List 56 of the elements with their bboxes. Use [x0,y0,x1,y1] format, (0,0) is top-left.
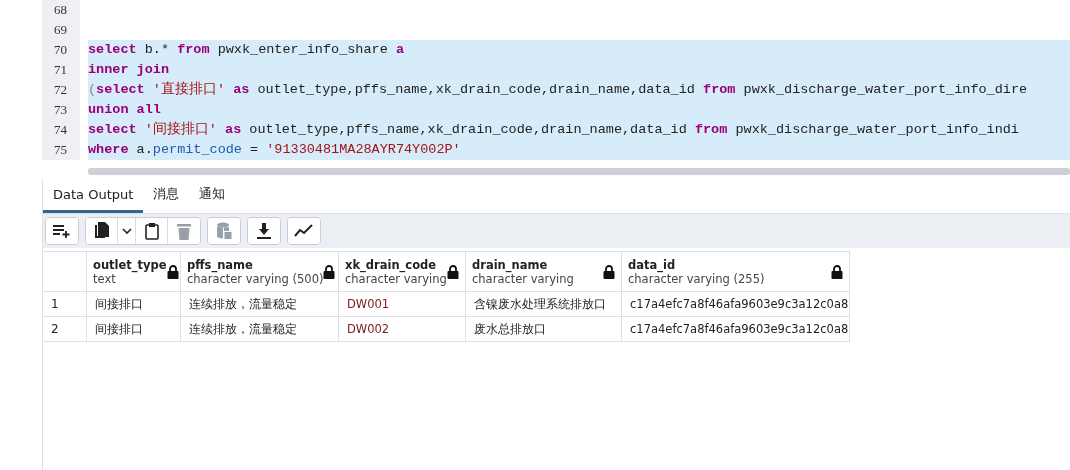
table-cell: 连续排放，流量稳定 [181,317,339,342]
clipboard-icon [144,222,159,240]
line-number: 71 [42,60,80,80]
add-row-icon [52,223,72,239]
column-header[interactable]: drain_name character varying [466,251,622,292]
trash-icon [177,222,191,240]
code-line: (select '直接排口' as outlet_type,pffs_name,xk_drain_code,drain_name,data_id from pwxk_discharge_water_port_info_dire [88,82,1028,97]
scrollbar[interactable] [88,168,1070,175]
column-name: pffs_name [187,257,254,272]
code-line: select '间接排口' as outlet_type,pffs_name,xk_drain_code,drain_name,data_id from pwxk_discharge_water_port_info_indi [88,122,1019,137]
column-name: xk_drain_code [345,257,437,272]
table-cell: 间接排口 [87,292,181,317]
table-cell: DW001 [339,292,466,317]
graph-button[interactable] [288,218,320,244]
column-type: character varying [345,271,447,286]
column-name: data_id [628,257,676,272]
column-header[interactable]: pffs_name character varying (500) [181,251,339,292]
copy-button[interactable] [86,218,118,244]
code-line: inner join [88,62,169,77]
line-graph-icon [294,224,314,238]
line-number: 74 [42,120,80,140]
table-cell: c17a4efc7a8f46afa9603e9c3a12c0a8 [622,292,850,317]
line-number: 69 [42,20,80,40]
code-line: where a.permit_code = '91330481MA28AYR74Y002P' [88,142,461,157]
caret-icon [121,227,132,235]
row-number: 2 [43,317,87,342]
column-type: character varying (500) [187,271,324,286]
column-name: drain_name [472,257,549,272]
table-cell: 含镍废水处理系统排放口 [466,292,622,317]
table-cell: c17a4efc7a8f46afa9603e9c3a12c0a8 [622,317,850,342]
tab[interactable]: 通知 [189,179,236,213]
table-cell: DW002 [339,317,466,342]
column-header[interactable]: data_id character varying (255) [622,251,850,292]
line-number: 70 [42,40,80,60]
line-number: 68 [42,0,80,20]
column-header[interactable]: outlet_type text [87,251,181,292]
table-cell: 间接排口 [87,317,181,342]
tab[interactable]: 消息 [143,179,190,213]
column-type: character varying (255) [628,271,765,286]
column-type: character varying [472,271,574,286]
line-number: 73 [42,100,80,120]
code-line: union all [88,102,161,117]
column-header[interactable]: xk_drain_code character varying [339,251,466,292]
add-row-button[interactable] [46,218,78,244]
download-icon [256,222,272,240]
column-type: text [93,271,116,286]
download-button[interactable] [248,218,280,244]
table-cell: 连续排放，流量稳定 [181,292,339,317]
line-number: 75 [42,140,80,160]
table-cell: 废水总排放口 [466,317,622,342]
row-number: 1 [43,292,87,317]
line-number: 72 [42,80,80,100]
database-icon [216,222,232,240]
copy-icon [93,222,110,240]
code-line: select b.* from pwxk_enter_info_share a [88,42,404,57]
column-name: outlet_type [93,257,167,272]
